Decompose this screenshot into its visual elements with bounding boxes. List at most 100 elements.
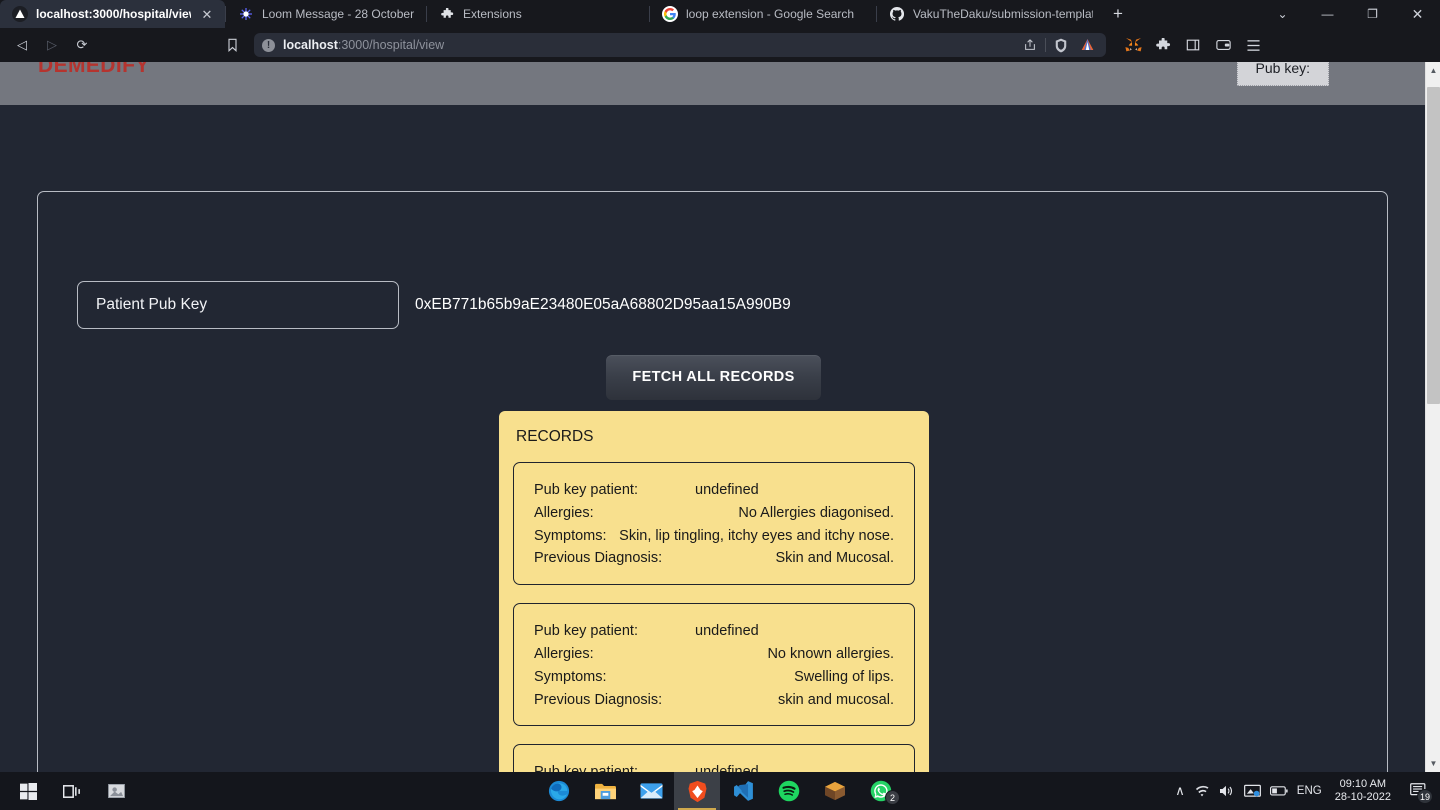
forward-icon[interactable]: ▷ [38, 32, 66, 58]
maximize-button[interactable]: ❐ [1350, 0, 1395, 28]
volume-icon[interactable] [1219, 784, 1235, 798]
brave-browser-icon[interactable] [674, 772, 720, 810]
minimize-button[interactable]: — [1305, 0, 1350, 28]
url-text: localhost:3000/hospital/view [283, 38, 444, 52]
system-tray: ∧ ENG 09:10 AM 28-10-2022 19 [1175, 772, 1440, 810]
file-explorer-icon[interactable] [582, 772, 628, 810]
start-icon[interactable] [6, 772, 50, 810]
url-path: :3000/hospital/view [337, 38, 445, 52]
record-symptoms-value: Skin, lip tingling, itchy eyes and itchy… [619, 527, 894, 544]
browser-tab-github[interactable]: VakuTheDaku/submission-template: M [877, 0, 1103, 28]
browser-toolbar-actions [1120, 32, 1266, 58]
record-allergies-row: Allergies: No known allergies. [534, 643, 894, 666]
record-pubkey-row: Pub key patient: undefined [534, 479, 894, 502]
site-navbar: DEMEDIFY Pub key: [0, 62, 1425, 105]
browser-window: localhost:3000/hospital/view ✕ Loom Mess… [0, 0, 1440, 810]
network-icon[interactable] [1243, 784, 1261, 798]
sidebar-icon[interactable] [1180, 32, 1206, 58]
battery-icon[interactable] [1269, 785, 1288, 797]
record-diagnosis-row: Previous Diagnosis: Skin and Mucosal. [534, 547, 894, 570]
page-title: DEMEDIFY [38, 62, 150, 77]
scroll-up-arrow-icon[interactable]: ▲ [1426, 62, 1440, 79]
page-viewport: DEMEDIFY Pub key: Patient Pub Key 0xEB77… [0, 62, 1440, 772]
record-pubkey-value: undefined [695, 623, 759, 640]
browser-tab-extensions[interactable]: Extensions [427, 0, 649, 28]
fetch-all-records-button[interactable]: FETCH ALL RECORDS [606, 355, 821, 400]
share-icon[interactable] [1019, 34, 1041, 56]
microsoft-edge-icon[interactable] [536, 772, 582, 810]
show-hidden-icons-icon[interactable]: ∧ [1175, 783, 1185, 799]
spotify-icon[interactable] [766, 772, 812, 810]
wifi-icon[interactable] [1194, 785, 1210, 798]
brave-wallet-icon[interactable] [1076, 34, 1098, 56]
taskbar-apps: 2 [536, 772, 904, 810]
tab-title: loop extension - Google Search [686, 7, 855, 21]
record-diagnosis-label: Previous Diagnosis: [534, 550, 663, 567]
taskbar-clock[interactable]: 09:10 AM 28-10-2022 [1335, 778, 1391, 804]
records-heading: RECORDS [516, 428, 594, 445]
record-pubkey-value: undefined [695, 482, 759, 498]
navigation-bar: ◁ ▷ ⟳ ! localhost:3000/hospital/view [0, 28, 1440, 62]
tab-title: Extensions [463, 7, 522, 21]
record-allergies-value: No known allergies. [767, 645, 894, 662]
tab-title: localhost:3000/hospital/view [36, 7, 191, 21]
brave-shield-icon[interactable] [1050, 34, 1072, 56]
pinned-app-icon[interactable] [94, 772, 138, 810]
mail-icon[interactable] [628, 772, 674, 810]
close-window-button[interactable]: ✕ [1395, 0, 1440, 28]
taskbar-left [0, 772, 138, 810]
tab-search-icon[interactable]: ⌄ [1260, 0, 1305, 28]
record-allergies-row: Allergies: No Allergies diagonised. [534, 502, 894, 525]
records-card: RECORDS Pub key patient: undefined Aller… [499, 411, 929, 772]
back-icon[interactable]: ◁ [8, 32, 36, 58]
task-view-icon[interactable] [50, 772, 94, 810]
patient-key-row: Patient Pub Key 0xEB771b65b9aE23480E05aA… [77, 281, 1349, 329]
bookmark-icon[interactable] [218, 32, 246, 58]
language-indicator[interactable]: ENG [1297, 785, 1322, 797]
record-symptoms-label: Symptoms: [534, 527, 607, 544]
new-tab-button[interactable]: + [1103, 0, 1133, 28]
scrollbar-thumb[interactable] [1427, 87, 1440, 404]
page-body: Patient Pub Key 0xEB771b65b9aE23480E05aA… [0, 105, 1425, 772]
github-icon [889, 6, 905, 22]
browser-tab-google-search[interactable]: loop extension - Google Search [650, 0, 876, 28]
brave-rewards-icon[interactable] [1210, 32, 1236, 58]
metamask-icon[interactable] [1120, 32, 1146, 58]
vs-code-icon[interactable] [720, 772, 766, 810]
record-symptoms-value: Swelling of lips. [794, 668, 894, 685]
url-host: localhost [283, 38, 338, 52]
extensions-puzzle-icon[interactable] [1150, 32, 1176, 58]
navbar-pubkey-label: Pub key: [1236, 62, 1329, 86]
tab-strip: localhost:3000/hospital/view ✕ Loom Mess… [0, 0, 1440, 28]
omnibox-divider [1045, 38, 1046, 52]
brave-icon [12, 6, 28, 22]
record-allergies-label: Allergies: [534, 645, 594, 662]
record-item: Pub key patient: undefined Allergies: No… [513, 603, 915, 727]
menu-hamburger-icon[interactable] [1240, 32, 1266, 58]
record-allergies-label: Allergies: [534, 504, 594, 521]
not-secure-icon[interactable]: ! [262, 38, 275, 52]
notification-count-badge: 19 [1416, 789, 1433, 804]
address-bar[interactable]: ! localhost:3000/hospital/view [254, 33, 1106, 57]
reload-icon[interactable]: ⟳ [68, 32, 96, 58]
record-pubkey-value: undefined [695, 761, 759, 772]
windows-taskbar: 2 ∧ ENG 09:10 AM 28-10-2022 19 [0, 772, 1440, 810]
close-icon[interactable]: ✕ [199, 8, 215, 21]
fetch-button-wrap: FETCH ALL RECORDS [38, 355, 1389, 400]
record-diagnosis-value: Skin and Mucosal. [775, 550, 894, 567]
browser-tab-localhost[interactable]: localhost:3000/hospital/view ✕ [0, 0, 225, 28]
record-item: Pub key patient: undefined Allergies: No… [513, 744, 915, 772]
page-scrollbar[interactable]: ▲ ▼ [1425, 62, 1440, 772]
whatsapp-icon[interactable]: 2 [858, 772, 904, 810]
notifications-icon[interactable]: 19 [1404, 772, 1434, 810]
browser-tab-loom[interactable]: Loom Message - 28 October 2022 [226, 0, 426, 28]
record-pubkey-label: Pub key patient: [534, 482, 638, 498]
record-diagnosis-value: skin and mucosal. [777, 691, 894, 708]
whatsapp-badge: 2 [885, 790, 900, 805]
minecraft-icon[interactable] [812, 772, 858, 810]
record-item: Pub key patient: undefined Allergies: No… [513, 462, 915, 586]
record-diagnosis-row: Previous Diagnosis: skin and mucosal. [534, 689, 894, 712]
puzzle-icon [439, 6, 455, 22]
scroll-down-arrow-icon[interactable]: ▼ [1426, 755, 1440, 772]
loom-icon [238, 6, 254, 22]
